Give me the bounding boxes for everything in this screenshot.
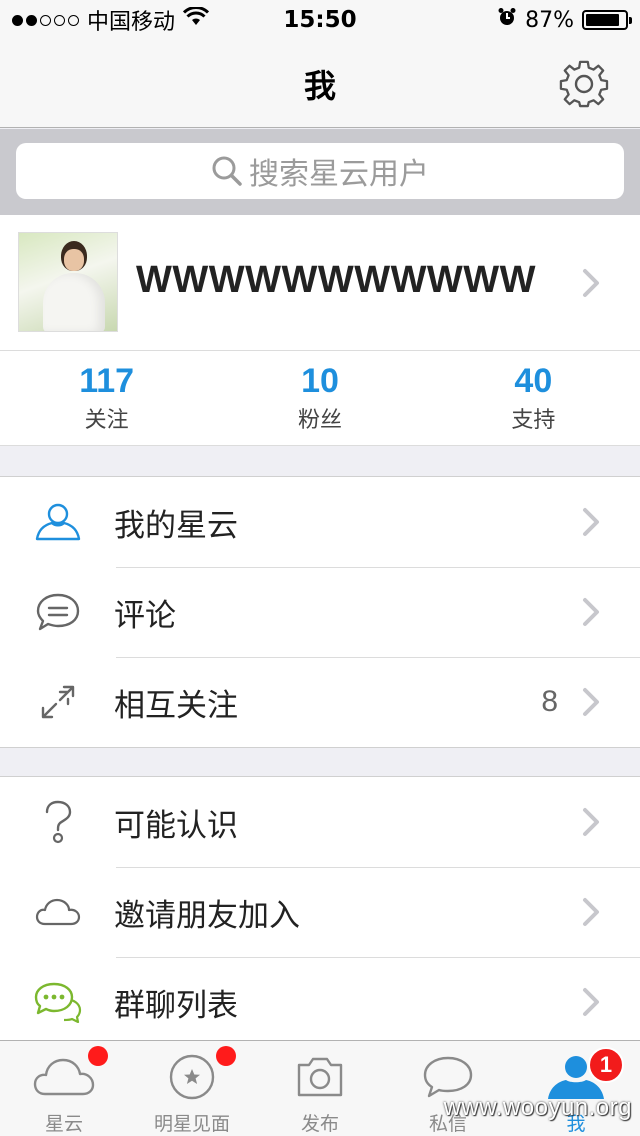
notification-dot — [216, 1046, 236, 1066]
gear-icon — [559, 60, 609, 108]
notification-badge: 1 — [588, 1047, 624, 1083]
chevron-right-icon — [583, 268, 599, 297]
chevron-right-icon — [583, 688, 599, 716]
carrier-name: 中国移动 — [87, 10, 176, 35]
menu-item-mutual-follow[interactable]: 相互关注 8 — [0, 657, 640, 747]
profile-row[interactable]: WWWWWWWWWWWW... — [0, 215, 640, 350]
chevron-right-icon — [583, 508, 599, 536]
chevron-right-icon — [583, 988, 599, 1016]
menu-item-label: 邀请朋友加入 — [114, 897, 300, 934]
nav-bar: 我 — [0, 40, 640, 128]
stat-value: 10 — [301, 362, 339, 400]
status-bar: 中国移动 15:50 87% — [0, 0, 640, 40]
tab-bar: 星云 明星见面 发布 私信 1 我 www.wooyun.org — [0, 1040, 640, 1136]
menu-item-label: 评论 — [114, 597, 176, 634]
tab-label: 发布 — [300, 1113, 339, 1135]
menu-group-1: 我的星云 评论 相互关注 8 — [0, 476, 640, 748]
stat-value: 117 — [79, 362, 135, 400]
menu-item-invite-friends[interactable]: 邀请朋友加入 — [0, 867, 640, 957]
person-outline-icon — [34, 498, 82, 546]
status-left: 中国移动 — [12, 4, 210, 36]
stat-label: 粉丝 — [297, 408, 342, 433]
search-input[interactable]: 搜索星云用户 — [16, 143, 624, 199]
search-icon — [212, 156, 242, 186]
tab-label: 明星见面 — [153, 1113, 230, 1135]
chevron-right-icon — [583, 598, 599, 626]
menu-item-may-know[interactable]: 可能认识 — [0, 777, 640, 867]
menu-item-label: 我的星云 — [114, 507, 238, 544]
watermark: www.wooyun.org — [443, 1094, 632, 1121]
stat-label: 关注 — [84, 408, 129, 433]
stat-value: 40 — [514, 362, 553, 400]
tab-xingyun[interactable]: 星云 — [0, 1041, 128, 1136]
menu-item-my-xingyun[interactable]: 我的星云 — [0, 477, 640, 567]
battery-percent: 87% — [525, 7, 574, 33]
tab-label: 星云 — [44, 1113, 83, 1135]
status-right: 87% — [497, 7, 632, 33]
tab-star-meet[interactable]: 明星见面 — [128, 1041, 256, 1136]
chevron-right-icon — [583, 898, 599, 926]
cloud-icon — [32, 1051, 96, 1103]
avatar[interactable] — [18, 232, 118, 332]
alarm-icon — [497, 7, 517, 33]
battery-fill — [586, 14, 620, 26]
settings-button[interactable] — [558, 58, 610, 110]
arrows-exchange-icon — [34, 678, 82, 726]
search-area: 搜索星云用户 — [0, 129, 640, 215]
stat-following[interactable]: 117 关注 — [0, 351, 213, 445]
stat-label: 支持 — [511, 408, 556, 433]
cloud-icon — [34, 888, 82, 936]
page-title: 我 — [303, 66, 336, 105]
stats-bar: 117 关注 10 粉丝 40 支持 — [0, 350, 640, 446]
menu-item-label: 相互关注 — [114, 687, 238, 724]
menu-group-2: 可能认识 邀请朋友加入 群聊列表 — [0, 776, 640, 1047]
stat-support[interactable]: 40 支持 — [427, 351, 640, 445]
camera-icon — [288, 1051, 352, 1103]
signal-strength-icon — [12, 14, 79, 26]
mutual-follow-count: 8 — [541, 685, 558, 718]
chevron-right-icon — [583, 808, 599, 836]
comment-bubble-icon — [34, 588, 82, 636]
menu-item-group-chats[interactable]: 群聊列表 — [0, 957, 640, 1047]
stat-fans[interactable]: 10 粉丝 — [213, 351, 426, 445]
username: WWWWWWWWWWWW... — [136, 259, 536, 301]
menu-item-label: 群聊列表 — [114, 987, 238, 1024]
wifi-icon — [182, 6, 210, 33]
search-placeholder: 搜索星云用户 — [249, 157, 429, 192]
group-chat-icon — [34, 978, 82, 1026]
menu-item-label: 可能认识 — [114, 807, 238, 844]
star-circle-icon — [160, 1051, 224, 1103]
question-mark-icon — [34, 798, 82, 846]
menu-item-comments[interactable]: 评论 — [0, 567, 640, 657]
battery-icon — [582, 10, 632, 30]
tab-publish[interactable]: 发布 — [256, 1041, 384, 1136]
notification-dot — [88, 1046, 108, 1066]
